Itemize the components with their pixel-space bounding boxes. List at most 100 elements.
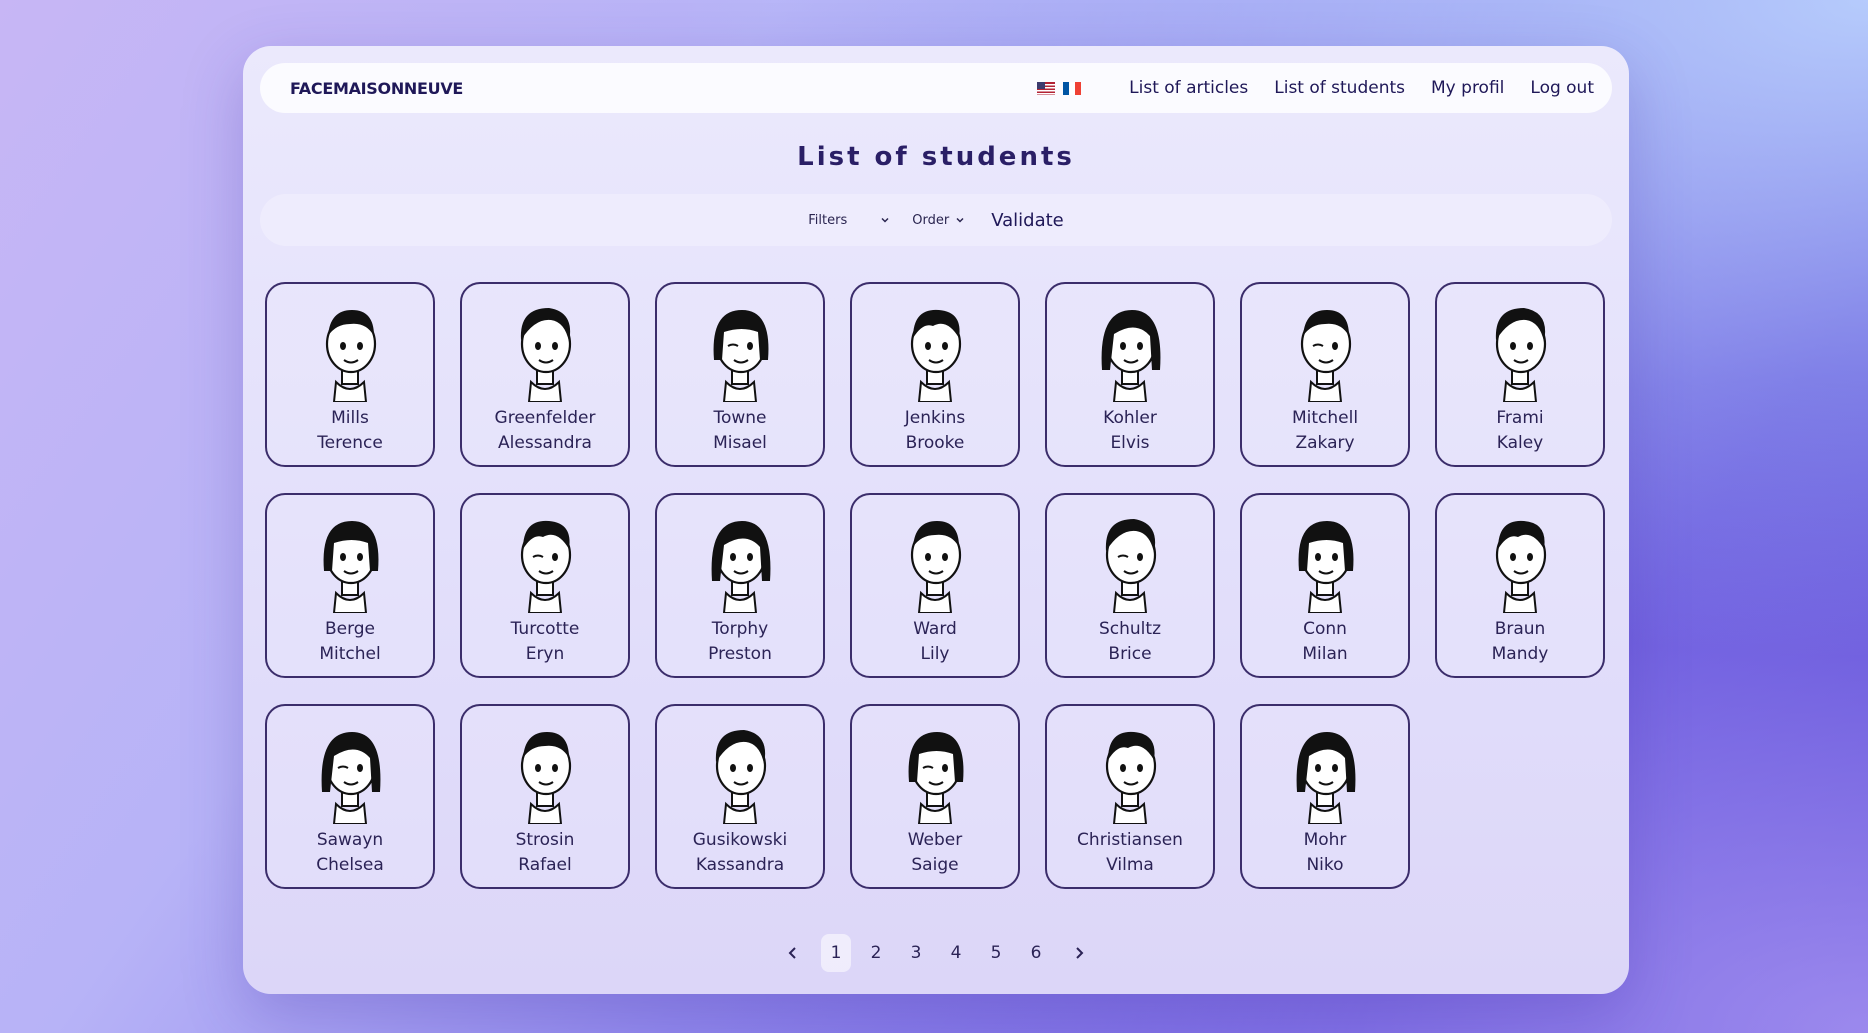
page-1-button[interactable]: 1 [821, 934, 851, 972]
student-avatar-icon [321, 732, 381, 824]
order-label: Order [912, 212, 950, 228]
student-name: Conn Milan [1302, 617, 1347, 667]
page-4-button[interactable]: 4 [936, 934, 976, 972]
student-name: Mitchell Zakary [1292, 406, 1358, 456]
student-card[interactable]: Jenkins Brooke [850, 282, 1020, 467]
student-card[interactable]: Frami Kaley [1435, 282, 1605, 467]
student-card[interactable]: Christiansen Vilma [1045, 704, 1215, 889]
student-avatar-icon [1296, 732, 1356, 824]
student-last-name: Mohr [1303, 830, 1347, 850]
nav-my-profil[interactable]: My profil [1431, 78, 1504, 98]
pagination: 1 2 3 4 5 6 [243, 934, 1629, 972]
page-6-button[interactable]: 6 [1016, 934, 1056, 972]
student-name: Kohler Elvis [1103, 406, 1157, 456]
prev-page-button[interactable] [770, 934, 816, 972]
student-last-name: Towne [713, 408, 767, 428]
page-5-button[interactable]: 5 [976, 934, 1016, 972]
student-last-name: Strosin [515, 830, 575, 850]
student-first-name: Saige [911, 855, 959, 875]
nav-list-of-articles[interactable]: List of articles [1129, 78, 1248, 98]
brand-logo[interactable]: FACEMAISONNEUVE [290, 79, 463, 98]
student-avatar-icon [711, 521, 771, 613]
student-last-name: Frami [1496, 408, 1544, 428]
student-avatar-icon [1105, 731, 1157, 824]
student-card[interactable]: Towne Misael [655, 282, 825, 467]
nav-log-out[interactable]: Log out [1530, 78, 1594, 98]
student-card[interactable]: Turcotte Eryn [460, 493, 630, 678]
student-avatar-icon [910, 309, 962, 402]
student-avatar-icon [1105, 519, 1157, 613]
nav-list-of-students[interactable]: List of students [1274, 78, 1405, 98]
student-name: Frami Kaley [1496, 406, 1543, 456]
student-first-name: Mandy [1491, 644, 1549, 664]
student-avatar-icon [908, 732, 964, 824]
student-first-name: Misael [713, 433, 767, 453]
student-name: Turcotte Eryn [511, 617, 580, 667]
student-last-name: Jenkins [904, 408, 966, 428]
student-last-name: Sawayn [316, 830, 384, 850]
us-flag-icon[interactable] [1037, 81, 1056, 95]
student-last-name: Mitchell [1291, 408, 1359, 428]
student-last-name: Braun [1494, 619, 1546, 639]
chevron-down-icon [881, 217, 889, 223]
student-card[interactable]: Conn Milan [1240, 493, 1410, 678]
student-name: Greenfelder Alessandra [495, 406, 596, 456]
student-card[interactable]: Ward Lily [850, 493, 1020, 678]
student-first-name: Rafael [518, 855, 572, 875]
student-first-name: Terence [317, 433, 383, 453]
student-card[interactable]: Schultz Brice [1045, 493, 1215, 678]
student-last-name: Ward [913, 619, 957, 639]
order-select[interactable]: Order [912, 213, 965, 228]
student-avatar-icon [1300, 310, 1352, 402]
student-last-name: Turcotte [510, 619, 580, 639]
student-first-name: Kassandra [695, 855, 785, 875]
student-avatar-icon [325, 310, 377, 402]
student-card[interactable]: Torphy Preston [655, 493, 825, 678]
student-name: Berge Mitchel [319, 617, 380, 667]
student-first-name: Eryn [525, 644, 565, 664]
student-card[interactable]: Mitchell Zakary [1240, 282, 1410, 467]
student-card[interactable]: Braun Mandy [1435, 493, 1605, 678]
student-last-name: Greenfelder [494, 408, 596, 428]
student-first-name: Niko [1306, 855, 1344, 875]
filters-select[interactable]: Filters [808, 213, 890, 228]
student-last-name: Gusikowski [692, 830, 788, 850]
students-grid: Mills Terence Greenfelder Alessandra Tow… [265, 282, 1605, 889]
student-card[interactable]: Weber Saige [850, 704, 1020, 889]
student-first-name: Preston [708, 644, 772, 664]
student-card[interactable]: Sawayn Chelsea [265, 704, 435, 889]
student-avatar-icon [910, 521, 962, 613]
student-card[interactable]: Mohr Niko [1240, 704, 1410, 889]
student-first-name: Brooke [905, 433, 965, 453]
student-name: Torphy Preston [708, 617, 772, 667]
validate-button[interactable]: Validate [991, 210, 1064, 231]
student-first-name: Lily [920, 644, 950, 664]
student-name: Mills Terence [317, 406, 383, 456]
student-first-name: Brice [1108, 644, 1152, 664]
student-last-name: Christiansen [1077, 830, 1183, 850]
student-name: Braun Mandy [1492, 617, 1549, 667]
student-first-name: Elvis [1110, 433, 1150, 453]
student-card[interactable]: Greenfelder Alessandra [460, 282, 630, 467]
student-name: Strosin Rafael [516, 828, 575, 878]
chevron-down-icon [956, 217, 964, 223]
student-avatar-icon [715, 730, 767, 824]
student-avatar-icon [520, 732, 572, 824]
student-card[interactable]: Strosin Rafael [460, 704, 630, 889]
student-name: Ward Lily [913, 617, 957, 667]
main-card: FACEMAISONNEUVE List of articles List of… [243, 46, 1629, 994]
page-3-button[interactable]: 3 [896, 934, 936, 972]
student-first-name: Mitchel [319, 644, 381, 664]
student-last-name: Kohler [1103, 408, 1157, 428]
student-first-name: Milan [1302, 644, 1348, 664]
student-first-name: Chelsea [316, 855, 384, 875]
student-name: Jenkins Brooke [905, 406, 965, 456]
student-last-name: Torphy [711, 619, 769, 639]
student-card[interactable]: Mills Terence [265, 282, 435, 467]
student-card[interactable]: Berge Mitchel [265, 493, 435, 678]
fr-flag-icon[interactable] [1063, 81, 1082, 95]
student-card[interactable]: Kohler Elvis [1045, 282, 1215, 467]
page-2-button[interactable]: 2 [856, 934, 896, 972]
student-card[interactable]: Gusikowski Kassandra [655, 704, 825, 889]
next-page-button[interactable] [1056, 934, 1102, 972]
